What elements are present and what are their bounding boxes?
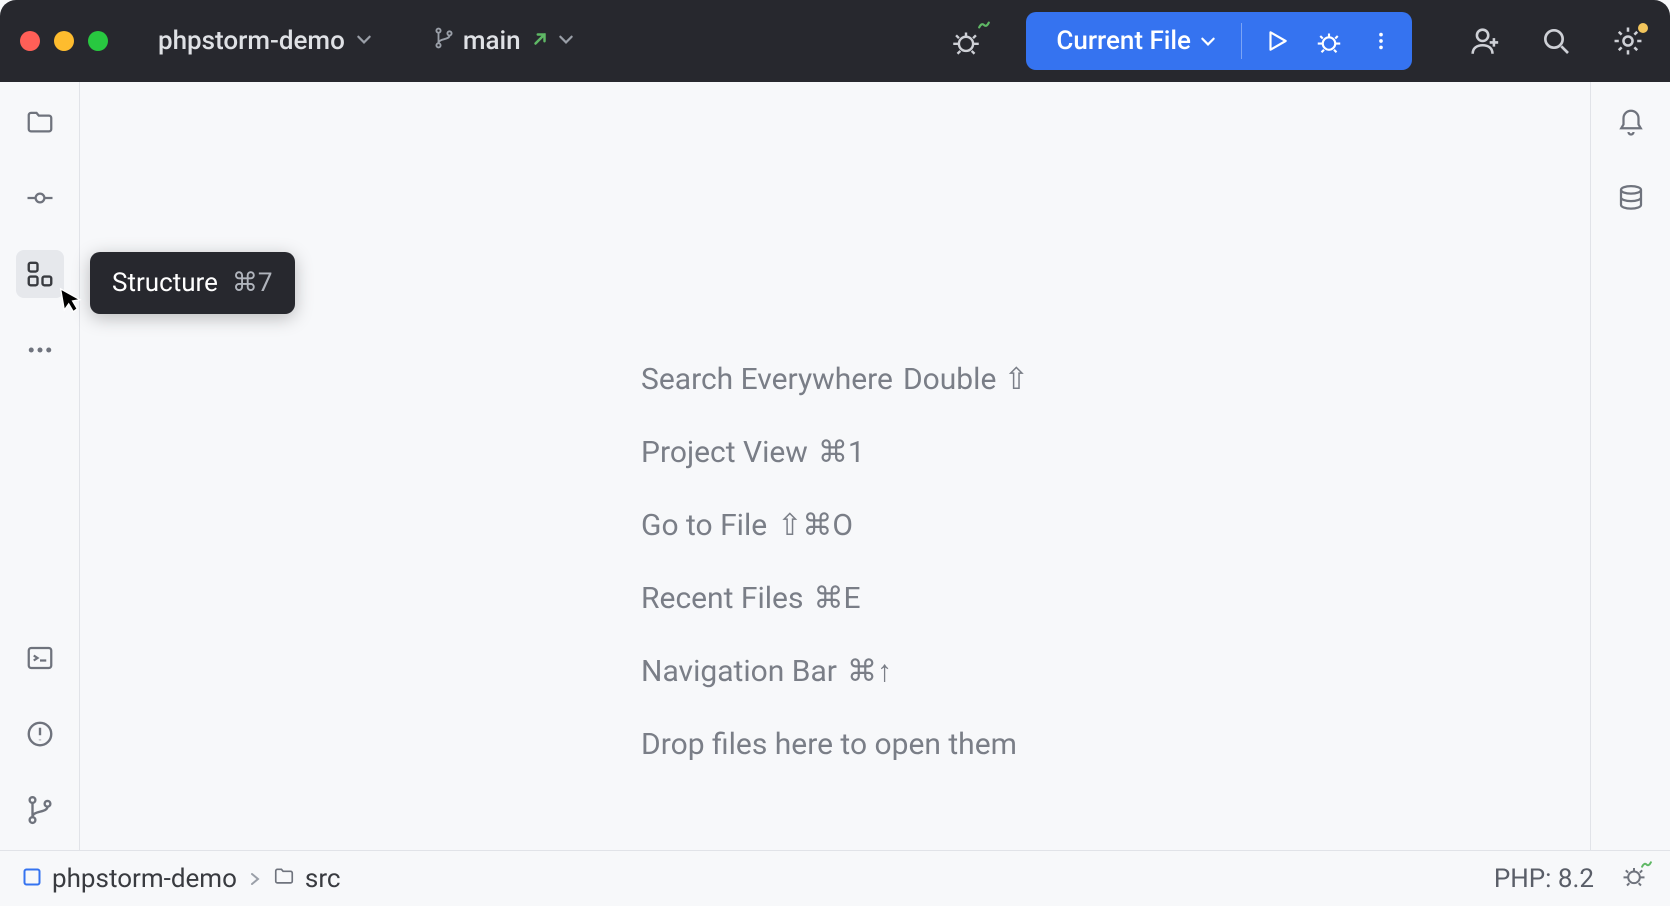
structure-tool-button[interactable] [16,250,64,298]
close-window-icon[interactable] [20,31,40,51]
folder-icon [273,864,295,894]
search-icon[interactable] [1534,19,1578,63]
project-name: phpstorm-demo [158,26,345,56]
hint-recent-files: Recent Files ⌘E [641,581,1029,616]
chevron-right-icon [247,864,263,894]
settings-icon[interactable] [1606,19,1650,63]
database-tool-button[interactable] [1607,174,1655,222]
branch-icon [433,26,455,56]
editor-hints: Search Everywhere Double ⇧ Project View … [641,362,1029,762]
window-controls [20,31,108,51]
left-tool-rail [0,82,80,850]
run-widget: Current File [1026,12,1412,70]
debug-button[interactable] [1306,18,1352,64]
statusbar-right: PHP: 8.2 [1494,861,1648,896]
body-row: Search Everywhere Double ⇧ Project View … [0,82,1670,850]
maximize-window-icon[interactable] [88,31,108,51]
right-tool-rail [1590,82,1670,850]
minimize-window-icon[interactable] [54,31,74,51]
more-actions-button[interactable] [1358,18,1404,64]
breadcrumb-folder[interactable]: src [305,864,341,894]
vcs-tool-button[interactable] [16,786,64,834]
branch-name: main [463,26,521,56]
hint-go-to-file: Go to File ⇧⌘O [641,508,1029,543]
tooltip-shortcut: ⌘7 [232,268,273,298]
module-icon [22,864,42,894]
breadcrumbs: phpstorm-demo src [22,864,341,894]
hint-project-view: Project View ⌘1 [641,435,1029,470]
project-tool-button[interactable] [16,98,64,146]
structure-tooltip: Structure ⌘7 [90,252,295,314]
editor-area[interactable]: Search Everywhere Double ⇧ Project View … [80,82,1590,850]
left-rail-bottom [16,634,64,834]
more-tools-button[interactable] [16,326,64,374]
php-version-widget[interactable]: PHP: 8.2 [1494,864,1594,894]
terminal-tool-button[interactable] [16,634,64,682]
run-button[interactable] [1254,18,1300,64]
notifications-tool-button[interactable] [1607,98,1655,146]
tooltip-label: Structure [112,268,218,298]
run-configuration-selector[interactable]: Current File [1056,26,1229,56]
titlebar: phpstorm-demo main Current File [0,0,1670,82]
divider [1241,23,1242,59]
push-arrow-icon [531,29,549,54]
chevron-down-icon [557,30,575,53]
git-branch-selector[interactable]: main [433,26,575,56]
hint-navigation-bar: Navigation Bar ⌘↑ [641,654,1029,689]
commit-tool-button[interactable] [16,174,64,222]
project-selector[interactable]: phpstorm-demo [158,26,373,56]
code-with-me-icon[interactable] [1462,19,1506,63]
statusbar: phpstorm-demo src PHP: 8.2 [0,850,1670,906]
breadcrumb-project[interactable]: phpstorm-demo [52,864,237,894]
run-config-label: Current File [1056,26,1191,56]
hint-search-everywhere: Search Everywhere Double ⇧ [641,362,1029,397]
chevron-down-icon [355,30,373,53]
debug-listener-status-icon[interactable] [1620,861,1648,896]
debug-listener-icon[interactable] [944,19,988,63]
hint-drop-files: Drop files here to open them [641,727,1029,762]
titlebar-right-icons [1462,19,1650,63]
problems-tool-button[interactable] [16,710,64,758]
